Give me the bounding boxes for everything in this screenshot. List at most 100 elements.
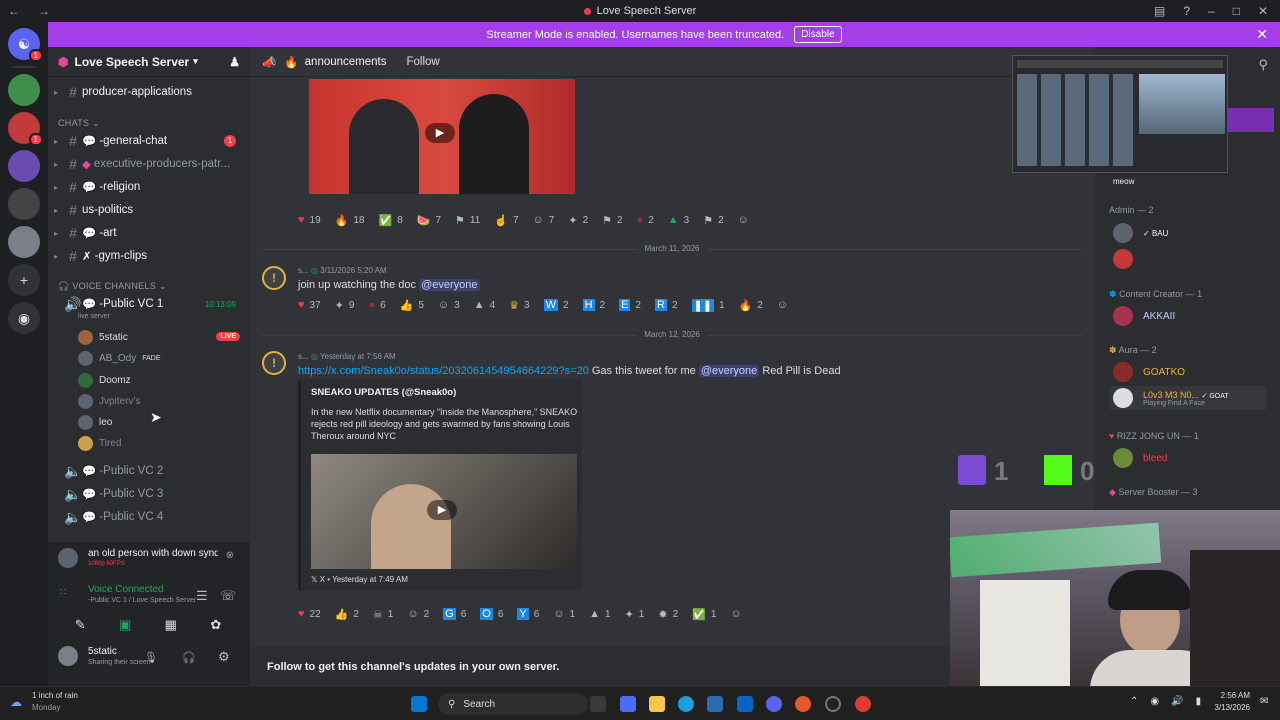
store-icon[interactable] <box>707 696 723 712</box>
channel-executive-producers[interactable]: ▸ # ◆ executive-producers-patr... <box>48 154 248 174</box>
reaction[interactable]: ● 2 <box>637 214 654 226</box>
search-icon[interactable]: ⚲ <box>1258 57 1268 73</box>
reaction[interactable]: ✦ 9 <box>335 299 355 312</box>
reaction[interactable]: Y6 <box>517 608 539 620</box>
avatar[interactable]: ! <box>262 351 286 375</box>
reaction[interactable]: H2 <box>582 299 605 311</box>
screenshare-icon[interactable]: ▣ <box>119 617 131 633</box>
channel-religion[interactable]: ▸ # 💬 -religion <box>48 177 248 197</box>
activities-icon[interactable]: ▦ <box>165 617 177 633</box>
reaction[interactable]: ⚑ 2 <box>602 214 622 227</box>
channel-general-chat[interactable]: ▸ # 💬 -general-chat 1 <box>48 131 248 151</box>
reaction[interactable]: ☺ 2 <box>407 608 429 620</box>
server-icon[interactable] <box>8 150 40 182</box>
mention[interactable]: @everyone <box>419 279 480 291</box>
back-arrow-icon[interactable]: ← <box>8 4 20 18</box>
app-icon[interactable] <box>620 696 636 712</box>
reaction[interactable]: ✅ 8 <box>378 214 402 227</box>
video-thumbnail[interactable]: ▶ <box>309 79 575 194</box>
headphones-icon[interactable]: 🎧 <box>182 651 196 664</box>
reaction[interactable]: ☠ 1 <box>373 608 393 621</box>
channel-art[interactable]: ▸ # 💬 -art <box>48 223 248 243</box>
invite-icon[interactable]: ♟ <box>229 55 240 69</box>
voice-channel-vc4[interactable]: 🔈 💬 -Public VC 4 <box>48 507 248 527</box>
chrome-icon[interactable] <box>855 696 871 712</box>
forward-arrow-icon[interactable]: → <box>38 4 50 18</box>
reaction[interactable]: ⚑ 2 <box>703 214 723 227</box>
voice-user[interactable]: AB_Ody FADE <box>78 348 161 368</box>
reaction[interactable]: ● 6 <box>368 299 385 311</box>
reaction[interactable]: ☺ 7 <box>533 214 555 226</box>
reaction[interactable]: ❚❚ 1 <box>691 298 725 312</box>
gear-icon[interactable]: ⚙ <box>218 649 230 665</box>
noise-suppression-icon[interactable]: ☰ <box>196 588 208 604</box>
category-chats[interactable]: CHATS ⌄ <box>58 118 100 129</box>
minimize-icon[interactable]: – <box>1208 4 1215 18</box>
embed-author[interactable]: SNEAKO UPDATES (@Sneak0o) <box>311 387 456 398</box>
server-icon[interactable] <box>8 188 40 220</box>
disable-button[interactable]: Disable <box>794 26 842 43</box>
home-icon[interactable]: ☯ 1 <box>8 28 43 62</box>
voice-connected-title[interactable]: Voice Connected <box>88 584 164 595</box>
reaction[interactable]: E2 <box>619 299 641 311</box>
windows-start-icon[interactable] <box>411 696 427 712</box>
reaction[interactable]: ▲ 3 <box>668 214 689 226</box>
reaction[interactable]: 👍 5 <box>400 299 424 312</box>
obs-icon[interactable] <box>825 696 841 712</box>
member[interactable]: ✓ BAU <box>1113 221 1168 245</box>
close-window-icon[interactable]: ✕ <box>1258 4 1268 18</box>
clock-time[interactable]: 2:56 AM <box>1208 691 1250 700</box>
voice-channel-vc3[interactable]: 🔈 💬 -Public VC 3 <box>48 484 248 504</box>
server-icon[interactable] <box>8 226 40 258</box>
reaction[interactable]: ♛ 3 <box>509 299 529 312</box>
tweet-link[interactable]: https://x.com/Sneak0o/status/20320614549… <box>298 365 589 377</box>
camera-icon[interactable]: ✎ <box>75 617 86 633</box>
reaction[interactable]: ✦ 2 <box>568 214 588 227</box>
notification-bell-icon[interactable]: ✉ <box>1260 696 1268 707</box>
edge-icon[interactable] <box>678 696 694 712</box>
category-voice[interactable]: 🎧 VOICE CHANNELS ⌄ <box>58 281 167 292</box>
mention[interactable]: @everyone <box>698 365 760 377</box>
task-view-icon[interactable] <box>590 696 606 712</box>
voice-channel-vc1[interactable]: 🔊 💬 -Public VC 1 10:13:09 <box>48 294 248 314</box>
play-icon[interactable]: ▶ <box>425 123 455 143</box>
add-reaction-button[interactable]: ☺ <box>777 299 788 311</box>
discord-icon[interactable] <box>766 696 782 712</box>
member[interactable]: AKKAII <box>1113 304 1175 328</box>
reaction[interactable]: ♥ 37 <box>298 299 321 311</box>
reaction[interactable]: ♥ 22 <box>298 608 321 620</box>
avatar[interactable] <box>58 646 78 666</box>
reaction[interactable]: W2 <box>543 299 569 311</box>
server-icon[interactable] <box>8 74 40 106</box>
voice-user[interactable]: 5static <box>78 327 128 347</box>
add-reaction-button[interactable]: ☺ <box>738 214 749 226</box>
video-thumbnail[interactable]: ▶ <box>311 454 577 569</box>
reaction[interactable]: ✅ 1 <box>692 608 716 621</box>
reaction[interactable]: ♥ 19 <box>298 214 321 226</box>
battery-icon[interactable]: ▮ <box>1196 696 1202 707</box>
member[interactable] <box>1113 247 1143 271</box>
reaction[interactable]: ☝ 7 <box>494 214 518 227</box>
reaction[interactable]: R2 <box>654 299 678 311</box>
channel-producer-applications[interactable]: ▸ # producer-applications <box>48 82 248 102</box>
weather-text[interactable]: 1 inch of rain <box>32 691 78 700</box>
help-icon[interactable]: ? <box>1183 4 1190 18</box>
voice-user[interactable]: Doomz <box>78 370 131 390</box>
discover-icon[interactable]: ◉ <box>8 302 40 334</box>
volume-icon[interactable]: 🔊 <box>1171 696 1183 707</box>
close-icon[interactable]: ⊗ <box>226 550 234 561</box>
close-icon[interactable]: ✕ <box>1256 26 1268 43</box>
disconnect-icon[interactable]: ☏ <box>220 588 236 604</box>
reaction[interactable]: G6 <box>443 608 466 620</box>
inbox-icon[interactable]: ▤ <box>1154 4 1165 18</box>
reaction[interactable]: ☺ 1 <box>553 608 575 620</box>
channel-gym-clips[interactable]: ▸ # ✗ -gym-clips <box>48 246 248 266</box>
reaction[interactable]: 🍉 7 <box>417 214 441 227</box>
channel-us-politics[interactable]: ▸ # us-politics <box>48 200 248 220</box>
reaction[interactable]: 🔥 18 <box>335 214 365 227</box>
taskbar-search[interactable]: ⚲ Search <box>438 693 588 715</box>
reaction[interactable]: ▲ 1 <box>589 608 610 620</box>
voice-channel-vc2[interactable]: 🔈 💬 -Public VC 2 <box>48 461 248 481</box>
server-header[interactable]: ⬢ Love Speech Server ▾ ♟ <box>48 47 250 77</box>
voice-user[interactable]: Tired <box>78 433 121 453</box>
